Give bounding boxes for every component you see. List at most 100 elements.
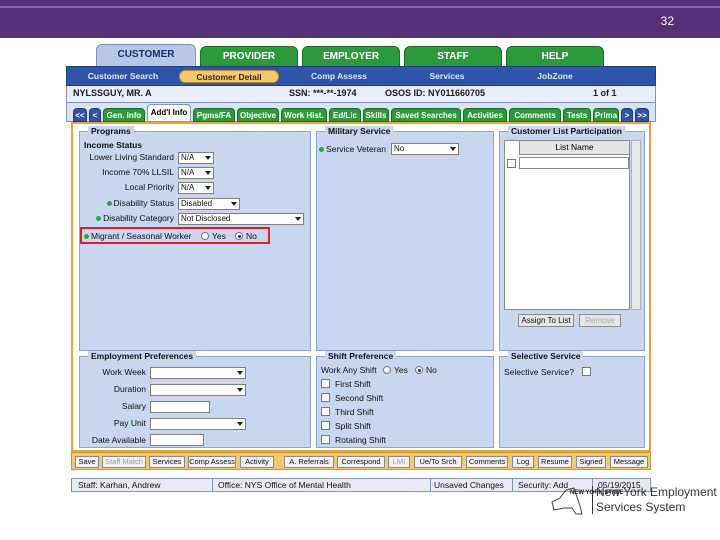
salary-label: Salary [121, 401, 146, 411]
list-name-header: List Name [519, 141, 629, 155]
third-shift-checkbox[interactable] [321, 407, 330, 416]
tab-comments[interactable]: Comments [509, 108, 561, 122]
selective-service-checkbox[interactable] [582, 367, 591, 376]
tab-employer[interactable]: EMPLOYER [302, 46, 400, 68]
income70-select[interactable]: N/A [178, 167, 214, 179]
to-search-button[interactable]: Ue/To Srch [414, 456, 462, 468]
rotating-shift-label: Rotating Shift [335, 435, 387, 445]
duration-select[interactable] [150, 384, 246, 396]
military-title: Military Service [325, 126, 394, 136]
customer-header: NYLSSGUY, MR. A SSN: ***-**-1974 OSOS ID… [66, 86, 656, 102]
referrals-button[interactable]: A. Referrals [284, 456, 334, 468]
tab-work-hist[interactable]: Work Hist. [281, 108, 327, 122]
split-shift-checkbox[interactable] [321, 421, 330, 430]
tab-next[interactable]: > [621, 108, 633, 122]
local-priority-label: Local Priority [124, 182, 174, 192]
tab-provider[interactable]: PROVIDER [200, 46, 298, 68]
save-button[interactable]: Save [75, 456, 99, 468]
selective-service-label: Selective Service? [504, 367, 574, 377]
customer-ssn: SSN: ***-**-1974 [289, 88, 357, 98]
third-shift-label: Third Shift [335, 407, 374, 417]
tab-objective[interactable]: Objective [237, 108, 279, 122]
activity-button[interactable]: Activity [240, 456, 274, 468]
tab-saved-searches[interactable]: Saved Searches [391, 108, 461, 122]
osos-application: CUSTOMER PROVIDER EMPLOYER STAFF HELP Cu… [66, 44, 656, 496]
services-button[interactable]: Services [149, 456, 185, 468]
selective-panel: Selective Service Selective Service? [499, 351, 645, 448]
customer-list-title: Customer List Participation [508, 126, 625, 136]
tab-skills[interactable]: Skills [363, 108, 389, 122]
chevron-down-icon [450, 147, 456, 151]
pay-unit-select[interactable] [150, 418, 246, 430]
date-available-label: Date Available [91, 435, 146, 445]
chevron-down-icon [231, 202, 237, 206]
status-unsaved: Unsaved Changes [434, 480, 504, 490]
tab-activities[interactable]: Activities [463, 108, 507, 122]
split-shift-label: Split Shift [335, 421, 371, 431]
lmi-button[interactable]: LMI [388, 456, 410, 468]
disability-category-select[interactable]: Not Disclosed [178, 213, 304, 225]
list-row-checkbox[interactable] [507, 159, 516, 168]
any-shift-yes-radio[interactable] [383, 366, 391, 374]
tab-addl-info[interactable]: Add'l Info [147, 104, 191, 122]
assign-to-list-button[interactable]: Assign To List [518, 314, 574, 327]
tab-first[interactable]: << [73, 108, 87, 122]
action-bar: Save Staff Match Services Comp Assess Ac… [71, 452, 651, 470]
correspond-button[interactable]: Correspond [337, 456, 385, 468]
salary-input[interactable] [150, 401, 210, 413]
signed-button[interactable]: Signed [576, 456, 606, 468]
tab-customer[interactable]: CUSTOMER [96, 44, 196, 68]
nyess-logo: NEW YORK STATE New York Employment Servi… [544, 480, 717, 520]
tab-pgms-fa[interactable]: Pgms/FA [193, 108, 235, 122]
remove-button[interactable]: Remove [579, 314, 621, 327]
nav-customer-detail[interactable]: Customer Detail [179, 70, 279, 83]
any-shift-no-radio[interactable] [415, 366, 423, 374]
log-button[interactable]: Log [512, 456, 534, 468]
service-veteran-select[interactable]: No [391, 143, 459, 155]
tab-prima[interactable]: Prima [593, 108, 619, 122]
lower-living-value: N/A [181, 153, 195, 162]
tab-tests[interactable]: Tests [563, 108, 591, 122]
tab-help[interactable]: HELP [506, 46, 604, 68]
comp-assess-button[interactable]: Comp Assess [188, 456, 236, 468]
tab-staff[interactable]: STAFF [404, 46, 502, 68]
message-button[interactable]: Message [610, 456, 648, 468]
date-available-input[interactable] [150, 434, 204, 446]
disability-status-label: Disability Status [82, 198, 174, 208]
list-scrollbar[interactable] [631, 140, 641, 310]
rotating-shift-checkbox[interactable] [321, 435, 330, 444]
staff-match-button[interactable]: Staff Match [102, 456, 146, 468]
list-row[interactable] [519, 157, 629, 169]
sub-navigation: Customer Search Customer Detail Comp Ass… [66, 66, 656, 86]
first-shift-label: First Shift [335, 379, 371, 389]
nav-comp-assess[interactable]: Comp Assess [299, 70, 379, 83]
duration-label: Duration [113, 384, 146, 394]
tab-last[interactable]: >> [635, 108, 649, 122]
second-shift-checkbox[interactable] [321, 393, 330, 402]
resume-button[interactable]: Resume [538, 456, 572, 468]
required-dot-icon [106, 201, 112, 207]
detail-tabs: << < Gen. Info Add'l Info Pgms/FA Object… [66, 102, 656, 122]
disability-status-select[interactable]: Disabled [178, 198, 240, 210]
disability-category-label: Disability Category [82, 213, 174, 223]
status-divider [212, 479, 213, 491]
status-staff: Staff: Karhan, Andrew [78, 480, 161, 490]
chevron-down-icon [237, 422, 243, 426]
disability-category-text: Disability Category [103, 213, 174, 223]
nav-services[interactable]: Services [407, 70, 487, 83]
lower-living-select[interactable]: N/A [178, 152, 214, 164]
tab-prev[interactable]: < [89, 108, 101, 122]
first-shift-checkbox[interactable] [321, 379, 330, 388]
shift-panel: Shift Preference Work Any Shift Yes No F… [316, 351, 494, 448]
tab-gen-info[interactable]: Gen. Info [103, 108, 145, 122]
work-week-select[interactable] [150, 367, 246, 379]
chevron-down-icon [205, 156, 211, 160]
nav-customer-search[interactable]: Customer Search [77, 70, 169, 83]
record-page: 1 of 1 [593, 88, 617, 98]
disability-status-value: Disabled [181, 199, 213, 208]
local-priority-select[interactable]: N/A [178, 182, 214, 194]
comments-button[interactable]: Comments [466, 456, 508, 468]
nav-jobzone[interactable]: JobZone [515, 70, 595, 83]
chevron-down-icon [205, 186, 211, 190]
tab-ed-lic[interactable]: Ed/Lic [329, 108, 361, 122]
